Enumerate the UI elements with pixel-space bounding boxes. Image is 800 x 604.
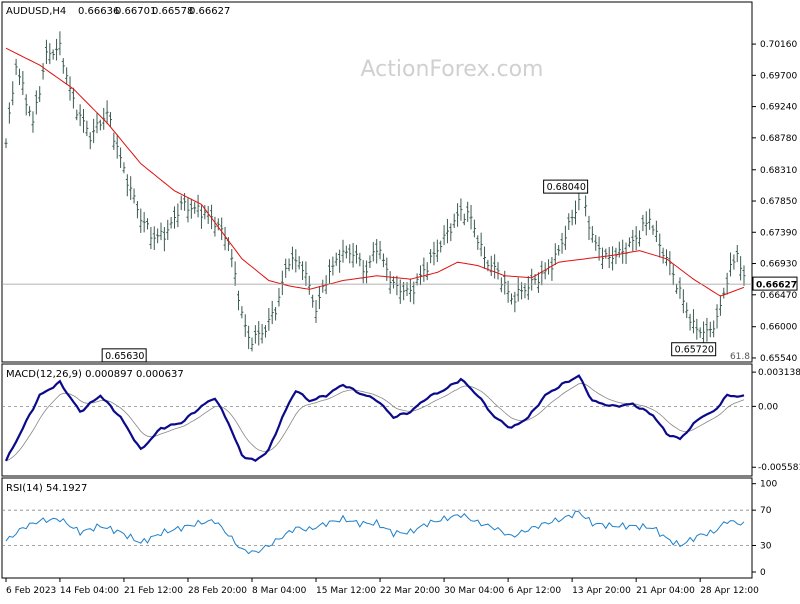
time-tick-label: 8 Mar 04:00 — [252, 586, 307, 596]
price-tick-label: 0.68780 — [760, 134, 797, 144]
rsi-label: RSI(14) 54.1927 — [6, 483, 87, 494]
price-tick-label: 0.67850 — [760, 197, 797, 207]
rsi-tick-label: 30 — [760, 542, 772, 552]
time-tick-label: 6 Feb 2023 — [6, 586, 56, 596]
rsi-tick-label: 0 — [760, 568, 766, 578]
price-tick-label: 0.66470 — [760, 291, 797, 301]
annotation-label: 0.65720 — [675, 345, 714, 356]
fib-level-label: 61.8 — [730, 352, 750, 362]
macd-label: MACD(12,26,9) 0.000897 0.000637 — [6, 369, 184, 380]
macd-tick-label: 0.00 — [758, 402, 778, 412]
watermark: ActionForex.com — [361, 57, 544, 82]
rsi-tick-label: 100 — [760, 480, 777, 490]
ohlc-high: 0.66701 — [115, 6, 156, 17]
macd-tick-label: 0.003138 — [758, 368, 800, 378]
rsi-tick-label: 70 — [760, 506, 772, 516]
time-tick-label: 30 Mar 04:00 — [444, 586, 504, 596]
price-tick-label: 0.66930 — [760, 260, 797, 270]
time-tick-label: 13 Apr 20:00 — [572, 586, 631, 596]
time-tick-label: 21 Apr 04:00 — [636, 586, 695, 596]
time-tick-label: 6 Apr 12:00 — [508, 586, 561, 596]
price-tick-label: 0.68310 — [760, 166, 797, 176]
time-tick-label: 28 Feb 20:00 — [188, 586, 247, 596]
price-tick-label: 0.67390 — [760, 228, 797, 238]
ohlc-close: 0.66627 — [189, 6, 230, 17]
price-tick-label: 0.70160 — [760, 40, 797, 50]
panel-title: AUDUSD,H4 — [6, 6, 66, 17]
price-tick-label: 0.65540 — [760, 354, 797, 364]
chart-svg: ActionForex.com 0.70160 0.69700 0.69240 0.6… — [0, 0, 800, 600]
ohlc-low: 0.66578 — [152, 6, 193, 17]
annotation-label: 0.65630 — [105, 351, 144, 362]
price-tick-label: 0.69700 — [760, 71, 797, 81]
current-price-label: 0.66627 — [756, 281, 797, 291]
ohlc-open: 0.66636 — [78, 6, 119, 17]
time-tick-label: 15 Mar 12:00 — [316, 586, 376, 596]
macd-tick-label: -0.005581 — [758, 463, 800, 473]
annotation-label: 0.68040 — [547, 182, 586, 193]
price-tick-label: 0.69240 — [760, 103, 797, 113]
time-tick-label: 28 Apr 12:00 — [700, 586, 759, 596]
time-tick-label: 14 Feb 04:00 — [60, 586, 119, 596]
price-tick-label: 0.66000 — [760, 323, 797, 333]
time-tick-label: 21 Feb 12:00 — [124, 586, 183, 596]
time-tick-label: 22 Mar 20:00 — [380, 586, 440, 596]
chart-root: ActionForex.com 0.70160 0.69700 0.69240 0.6… — [0, 0, 800, 600]
